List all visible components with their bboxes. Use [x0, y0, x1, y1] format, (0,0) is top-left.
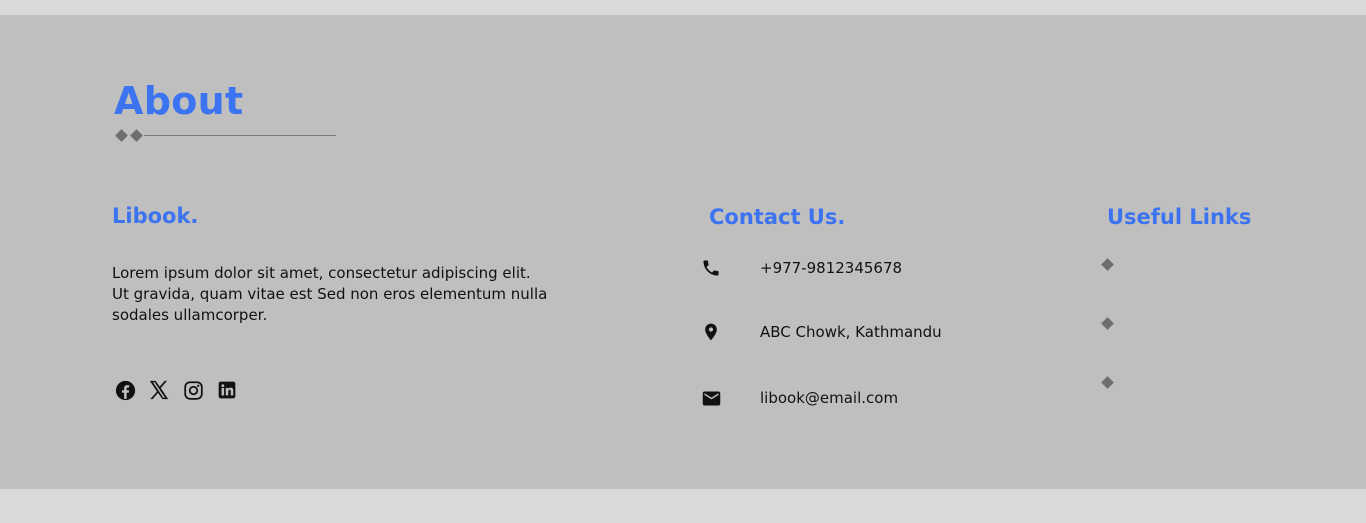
useful-links-heading: Useful Links — [1107, 205, 1252, 229]
underline-line — [144, 135, 336, 136]
mail-icon — [700, 387, 722, 409]
bullet-diamond-icon — [1101, 258, 1114, 271]
brand-name: Libook. — [112, 204, 199, 228]
contact-address: ABC Chowk, Kathmandu — [760, 323, 942, 341]
instagram-icon[interactable] — [182, 379, 204, 401]
underline-diamond — [130, 129, 143, 142]
brand-description: Lorem ipsum dolor sit amet, consectetur … — [112, 264, 548, 324]
footer-panel: About Libook. Lorem ipsum dolor sit amet… — [0, 15, 1366, 489]
useful-link-item[interactable] — [1101, 258, 1114, 271]
contact-phone[interactable]: +977-9812345678 — [760, 258, 902, 278]
contact-email[interactable]: libook@email.com — [760, 388, 898, 408]
social-links — [114, 379, 238, 401]
phone-icon — [700, 257, 722, 279]
bullet-diamond-icon — [1101, 317, 1114, 330]
useful-link-item[interactable] — [1101, 376, 1114, 389]
location-pin-icon — [700, 321, 722, 343]
contact-phone-row: +977-9812345678 — [700, 257, 902, 279]
about-heading: About — [114, 79, 244, 123]
contact-address-row: ABC Chowk, Kathmandu — [700, 321, 942, 343]
bullet-diamond-icon — [1101, 376, 1114, 389]
useful-link-item[interactable] — [1101, 317, 1114, 330]
linkedin-icon[interactable] — [216, 379, 238, 401]
contact-heading: Contact Us. — [709, 205, 846, 229]
heading-underline — [114, 129, 338, 143]
facebook-icon[interactable] — [114, 379, 136, 401]
underline-diamond — [115, 129, 128, 142]
contact-email-row: libook@email.com — [700, 387, 898, 409]
x-icon[interactable] — [148, 379, 170, 401]
